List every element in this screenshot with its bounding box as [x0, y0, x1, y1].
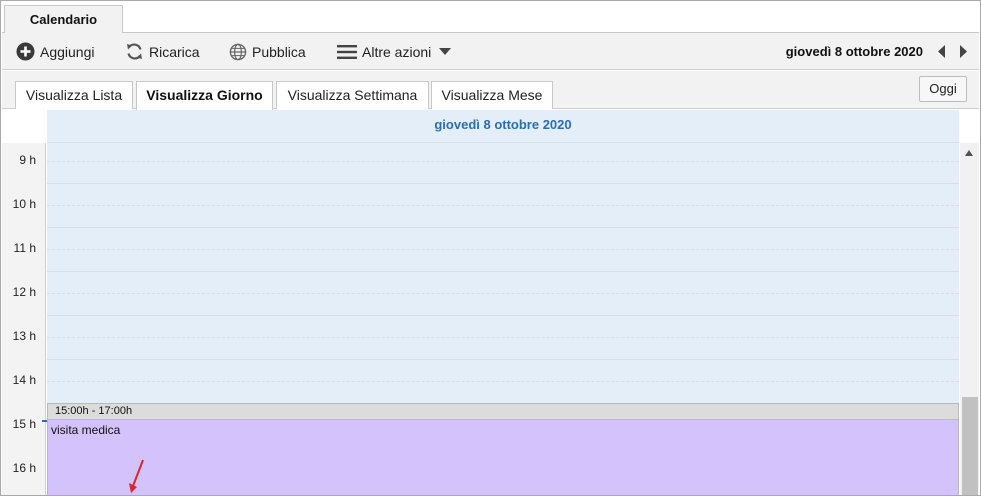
half-hour-line	[47, 293, 959, 294]
half-hour-line	[47, 381, 959, 382]
more-actions-label: Altre azioni	[362, 43, 432, 60]
tab-calendario[interactable]: Calendario	[4, 5, 123, 34]
hour-label: 15 h	[12, 417, 36, 431]
publish-label: Pubblica	[252, 43, 306, 60]
vertical-scrollbar[interactable]	[960, 143, 979, 495]
current-time-marker	[42, 420, 47, 422]
globe-icon	[229, 43, 247, 60]
hour-line	[47, 315, 959, 316]
hour-line	[47, 271, 959, 272]
hour-label: 12 h	[12, 285, 36, 299]
half-hour-line	[47, 249, 959, 250]
app-tab-strip: Calendario	[2, 2, 979, 34]
hour-line	[47, 183, 959, 184]
add-label: Aggiungi	[40, 43, 95, 60]
day-view: giovedì 8 ottobre 2020 9 h 10 h 11 h 12 …	[2, 110, 979, 495]
hour-line	[47, 227, 959, 228]
refresh-icon	[127, 43, 142, 60]
calendar-event[interactable]: 15:00h - 17:00h visita medica	[47, 403, 959, 495]
hour-label: 14 h	[12, 373, 36, 387]
half-hour-line	[47, 337, 959, 338]
more-actions-menu[interactable]: Altre azioni	[337, 33, 452, 70]
add-button[interactable]: Aggiungi	[16, 33, 95, 70]
half-hour-line	[47, 205, 959, 206]
day-header: giovedì 8 ottobre 2020	[47, 110, 959, 143]
hour-label: 9 h	[19, 153, 36, 167]
tab-view-day[interactable]: Visualizza Giorno	[136, 81, 273, 110]
hamburger-menu-icon	[337, 44, 357, 59]
reload-button[interactable]: Ricarica	[125, 33, 200, 70]
reload-label: Ricarica	[149, 43, 200, 60]
event-time: 15:00h - 17:00h	[48, 404, 958, 420]
scrollbar-thumb[interactable]	[962, 397, 978, 495]
today-button[interactable]: Oggi	[919, 76, 967, 102]
previous-day-icon[interactable]	[937, 45, 947, 58]
view-tabs-bar: Visualizza Lista Visualizza Giorno Visua…	[2, 71, 979, 110]
half-hour-line	[47, 161, 959, 162]
tab-view-list[interactable]: Visualizza Lista	[15, 81, 133, 109]
toolbar: Aggiungi Ricarica Pubblica Altre azioni …	[2, 33, 979, 70]
next-day-icon[interactable]	[958, 45, 968, 58]
hour-label: 16 h	[12, 461, 36, 475]
calendar-window: Calendario Aggiungi Ricarica Pubblica Al…	[0, 0, 981, 496]
day-grid[interactable]: 15:00h - 17:00h visita medica	[47, 143, 959, 495]
hour-gutter: 9 h 10 h 11 h 12 h 13 h 14 h 15 h 16 h	[2, 143, 46, 495]
tab-view-week[interactable]: Visualizza Settimana	[276, 81, 429, 109]
plus-circle-icon	[16, 42, 35, 61]
hour-line	[47, 359, 959, 360]
hour-label: 13 h	[12, 329, 36, 343]
current-date-label: giovedì 8 ottobre 2020	[785, 44, 923, 59]
hour-label: 11 h	[13, 241, 36, 255]
publish-button[interactable]: Pubblica	[229, 33, 306, 70]
tab-view-month[interactable]: Visualizza Mese	[431, 81, 553, 109]
caret-down-icon	[439, 47, 452, 55]
hour-label: 10 h	[12, 197, 36, 211]
annotation-arrow-icon	[129, 459, 144, 493]
scroll-up-icon[interactable]	[965, 150, 973, 156]
event-title: visita medica	[48, 420, 958, 495]
